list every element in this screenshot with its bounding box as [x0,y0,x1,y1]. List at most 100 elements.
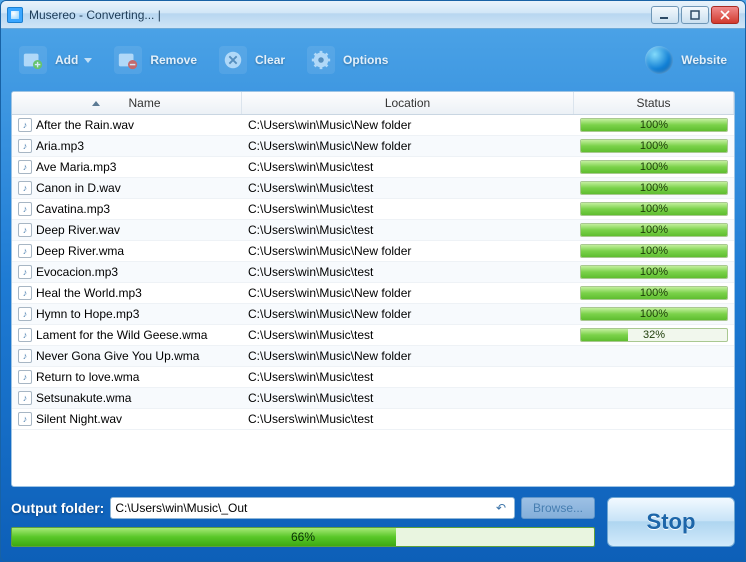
output-folder-input[interactable] [115,501,492,515]
website-label: Website [681,53,727,67]
file-status: 100% [574,139,734,153]
file-location: C:\Users\win\Music\test [242,328,574,342]
file-location: C:\Users\win\Music\New folder [242,307,574,321]
file-location: C:\Users\win\Music\test [242,265,574,279]
file-name: Never Gona Give You Up.wma [36,349,199,363]
file-name: Heal the World.mp3 [36,286,142,300]
gear-icon [307,46,335,74]
file-list: Name Location Status After the Rain.wav C… [11,91,735,487]
music-file-icon [18,391,32,405]
file-name: Setsunakute.wma [36,391,131,405]
music-file-icon [18,223,32,237]
remove-icon [114,46,142,74]
music-file-icon [18,244,32,258]
table-row[interactable]: Hymn to Hope.mp3 C:\Users\win\Music\New f… [12,304,734,325]
toolbar: Add Remove Clear Options Website [11,39,735,81]
file-name: Deep River.wma [36,244,124,258]
header-status[interactable]: Status [574,92,734,114]
file-status: 32% [574,328,734,342]
music-file-icon [18,328,32,342]
table-row[interactable]: Evocacion.mp3C:\Users\win\Music\test100% [12,262,734,283]
music-file-icon [18,118,32,132]
options-button[interactable]: Options [307,46,388,74]
file-name: Ave Maria.mp3 [36,160,116,174]
globe-icon [645,46,673,74]
file-status: 100% [574,307,734,321]
file-name: Cavatina.mp3 [36,202,110,216]
file-location: C:\Users\win\Music\test [242,391,574,405]
file-name: Hymn to Hope.mp3 [36,307,139,321]
dropdown-icon [84,58,92,63]
file-location: C:\Users\win\Music\test [242,181,574,195]
file-status: 100% [574,160,734,174]
file-status: 100% [574,181,734,195]
add-label: Add [55,53,78,67]
clear-label: Clear [255,53,285,67]
file-name: Lament for the Wild Geese.wma [36,328,207,342]
table-row[interactable]: After the Rain.wav C:\Users\win\Music\New… [12,115,734,136]
music-file-icon [18,139,32,153]
overall-progress: 66% [11,527,595,547]
file-location: C:\Users\win\Music\test [242,202,574,216]
music-file-icon [18,349,32,363]
remove-button[interactable]: Remove [114,46,197,74]
rows-container[interactable]: After the Rain.wav C:\Users\win\Music\New… [12,115,734,486]
table-row[interactable]: Deep River.wav C:\Users\win\Music\test100… [12,220,734,241]
table-row[interactable]: Setsunakute.wma C:\Users\win\Music\test [12,388,734,409]
file-location: C:\Users\win\Music\test [242,412,574,426]
music-file-icon [18,412,32,426]
music-file-icon [18,265,32,279]
add-icon [19,46,47,74]
file-location: C:\Users\win\Music\test [242,223,574,237]
file-location: C:\Users\win\Music\New folder [242,286,574,300]
table-row[interactable]: Silent Night.wav C:\Users\win\Music\test [12,409,734,430]
table-row[interactable]: Cavatina.mp3 C:\Users\win\Music\test100% [12,199,734,220]
table-row[interactable]: Aria.mp3 C:\Users\win\Music\New folder100… [12,136,734,157]
music-file-icon [18,370,32,384]
add-button[interactable]: Add [19,46,92,74]
file-status: 100% [574,202,734,216]
table-row[interactable]: Ave Maria.mp3 C:\Users\win\Music\test100% [12,157,734,178]
music-file-icon [18,181,32,195]
output-folder-label: Output folder: [11,500,104,516]
file-name: Silent Night.wav [36,412,122,426]
table-row[interactable]: Heal the World.mp3 C:\Users\win\Music\New… [12,283,734,304]
stop-button[interactable]: Stop [607,497,735,547]
output-folder-row: Output folder: ↶ Browse... [11,497,595,519]
file-name: Return to love.wma [36,370,139,384]
table-row[interactable]: Never Gona Give You Up.wma C:\Users\win\M… [12,346,734,367]
close-button[interactable] [711,6,739,24]
file-status: 100% [574,223,734,237]
browse-button[interactable]: Browse... [521,497,595,519]
maximize-button[interactable] [681,6,709,24]
file-name: Evocacion.mp3 [36,265,118,279]
table-row[interactable]: Lament for the Wild Geese.wma C:\Users\wi… [12,325,734,346]
table-row[interactable]: Canon in D.wav C:\Users\win\Music\test100… [12,178,734,199]
file-name: Deep River.wav [36,223,120,237]
clear-button[interactable]: Clear [219,46,285,74]
file-location: C:\Users\win\Music\New folder [242,118,574,132]
header-location[interactable]: Location [242,92,574,114]
remove-label: Remove [150,53,197,67]
file-location: C:\Users\win\Music\New folder [242,244,574,258]
table-row[interactable]: Deep River.wma C:\Users\win\Music\New fol… [12,241,734,262]
output-folder-field[interactable]: ↶ [110,497,515,519]
music-file-icon [18,307,32,321]
file-location: C:\Users\win\Music\New folder [242,349,574,363]
file-name: Aria.mp3 [36,139,84,153]
file-status: 100% [574,118,734,132]
file-name: Canon in D.wav [36,181,121,195]
minimize-button[interactable] [651,6,679,24]
file-location: C:\Users\win\Music\test [242,370,574,384]
file-location: C:\Users\win\Music\test [242,160,574,174]
music-file-icon [18,160,32,174]
header-name[interactable]: Name [12,92,242,114]
file-name: After the Rain.wav [36,118,134,132]
titlebar[interactable]: Musereo - Converting... | [1,1,745,29]
table-row[interactable]: Return to love.wma C:\Users\win\Music\tes… [12,367,734,388]
window-title: Musereo - Converting... | [29,8,651,22]
website-button[interactable]: Website [645,46,727,74]
file-location: C:\Users\win\Music\New folder [242,139,574,153]
undo-icon[interactable]: ↶ [492,499,510,517]
file-status: 100% [574,244,734,258]
